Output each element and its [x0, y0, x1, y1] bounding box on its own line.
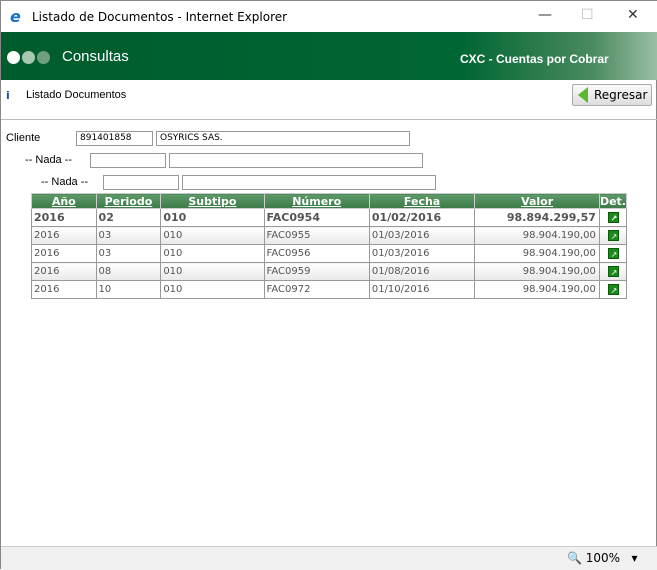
title-bar: e Listado de Documentos - Internet Explo…: [1, 1, 657, 32]
cell-numero: FAC0955: [263, 226, 370, 245]
column-header-ano[interactable]: Año: [31, 193, 97, 209]
column-header-fecha[interactable]: Fecha: [368, 193, 476, 209]
page-title: Listado Documentos: [26, 89, 127, 101]
cell-subtipo: 010: [160, 262, 265, 281]
cell-fecha: 01/08/2016: [368, 262, 476, 281]
maximize-button[interactable]: ☐: [581, 7, 594, 23]
cell-periodo: 02: [95, 208, 162, 227]
cell-subtipo: 010: [160, 208, 265, 227]
cell-periodo: 03: [95, 226, 162, 245]
cliente-label: Cliente: [6, 132, 41, 144]
column-header-det: Det.: [598, 193, 628, 209]
column-header-numero[interactable]: Número: [263, 193, 370, 209]
cell-periodo: 10: [95, 280, 162, 299]
detail-link-icon[interactable]: ↗: [608, 229, 620, 241]
cliente-name-input[interactable]: OSYRICS SAS.: [156, 131, 410, 146]
cell-subtipo: 010: [160, 226, 265, 245]
sub-header: i Listado Documentos Regresar: [1, 80, 657, 120]
cell-ano: 2016: [31, 226, 97, 245]
minimize-button[interactable]: —: [538, 7, 552, 23]
cell-subtipo: 010: [160, 280, 265, 299]
table-row: 2016 10 010 FAC0972 01/10/2016 98.904.190,00 ↗: [31, 280, 628, 299]
cell-subtipo: 010: [160, 244, 265, 263]
back-button[interactable]: Regresar: [572, 84, 652, 106]
info-icon: i: [6, 89, 10, 102]
close-button[interactable]: ✕: [627, 7, 639, 23]
nada-name-input-2[interactable]: [182, 175, 436, 190]
zoom-level: 100%: [585, 551, 621, 565]
documents-table: Año Periodo Subtipo Número Fecha Valor D…: [31, 193, 628, 299]
detail-link-icon[interactable]: ↗: [608, 212, 620, 223]
zoom-icon: 🔍: [567, 551, 582, 565]
detail-link-icon[interactable]: ↗: [608, 265, 620, 277]
cell-det: ↗: [598, 280, 628, 299]
header-banner: Consultas CXC - Cuentas por Cobrar: [1, 32, 657, 80]
cell-periodo: 03: [95, 244, 162, 263]
table-row: 2016 02 010 FAC0954 01/02/2016 98.894.299,57 ↗: [31, 208, 628, 227]
cell-fecha: 01/02/2016: [368, 208, 476, 227]
nada-label-2: -- Nada --: [41, 176, 89, 188]
cell-ano: 2016: [31, 262, 97, 281]
cell-valor: 98.904.190,00: [474, 244, 600, 263]
cell-fecha: 01/10/2016: [368, 280, 476, 299]
cell-valor: 98.904.190,00: [474, 262, 600, 281]
dot-icon: [7, 51, 20, 64]
column-header-valor[interactable]: Valor: [474, 193, 600, 209]
cell-ano: 2016: [31, 280, 97, 299]
internet-explorer-icon: e: [10, 6, 21, 26]
status-bar: 🔍 100% ▾: [1, 546, 657, 570]
cell-det: ↗: [598, 262, 628, 281]
zoom-control[interactable]: 🔍 100% ▾: [567, 551, 638, 565]
cell-numero: FAC0956: [263, 244, 370, 263]
detail-link-icon[interactable]: ↗: [608, 247, 620, 259]
detail-link-icon[interactable]: ↗: [608, 283, 620, 295]
cell-valor: 98.894.299,57: [474, 208, 600, 227]
nada-label-1: -- Nada --: [25, 154, 73, 166]
banner-title: Consultas: [62, 48, 129, 65]
cell-periodo: 08: [95, 262, 162, 281]
cell-numero: FAC0959: [263, 262, 370, 281]
back-button-label: Regresar: [594, 88, 648, 102]
cell-det: ↗: [598, 244, 628, 263]
cell-valor: 98.904.190,00: [474, 280, 600, 299]
cell-det: ↗: [598, 226, 628, 245]
cliente-code-input[interactable]: 891401858: [76, 131, 153, 146]
cell-det: ↗: [598, 208, 628, 227]
column-header-subtipo[interactable]: Subtipo: [160, 193, 265, 209]
cell-fecha: 01/03/2016: [368, 226, 476, 245]
cell-ano: 2016: [31, 244, 97, 263]
module-title: CXC - Cuentas por Cobrar: [460, 52, 609, 66]
cell-valor: 98.904.190,00: [474, 226, 600, 245]
table-row: 2016 03 010 FAC0955 01/03/2016 98.904.190,00 ↗: [31, 226, 628, 245]
dot-icon: [22, 51, 35, 64]
arrow-left-icon: [578, 87, 588, 103]
nada-name-input-1[interactable]: [169, 153, 423, 168]
nada-code-input-2[interactable]: [103, 175, 179, 190]
window-title: Listado de Documentos - Internet Explore…: [32, 9, 288, 24]
cell-fecha: 01/03/2016: [368, 244, 476, 263]
table-row: 2016 03 010 FAC0956 01/03/2016 98.904.190,00 ↗: [31, 244, 628, 263]
dot-icon: [37, 51, 50, 64]
cell-ano: 2016: [31, 208, 97, 227]
column-header-periodo[interactable]: Periodo: [95, 193, 162, 209]
nada-code-input-1[interactable]: [90, 153, 166, 168]
table-row: 2016 08 010 FAC0959 01/08/2016 98.904.190,00 ↗: [31, 262, 628, 281]
cell-numero: FAC0954: [263, 208, 370, 227]
cell-numero: FAC0972: [263, 280, 370, 299]
